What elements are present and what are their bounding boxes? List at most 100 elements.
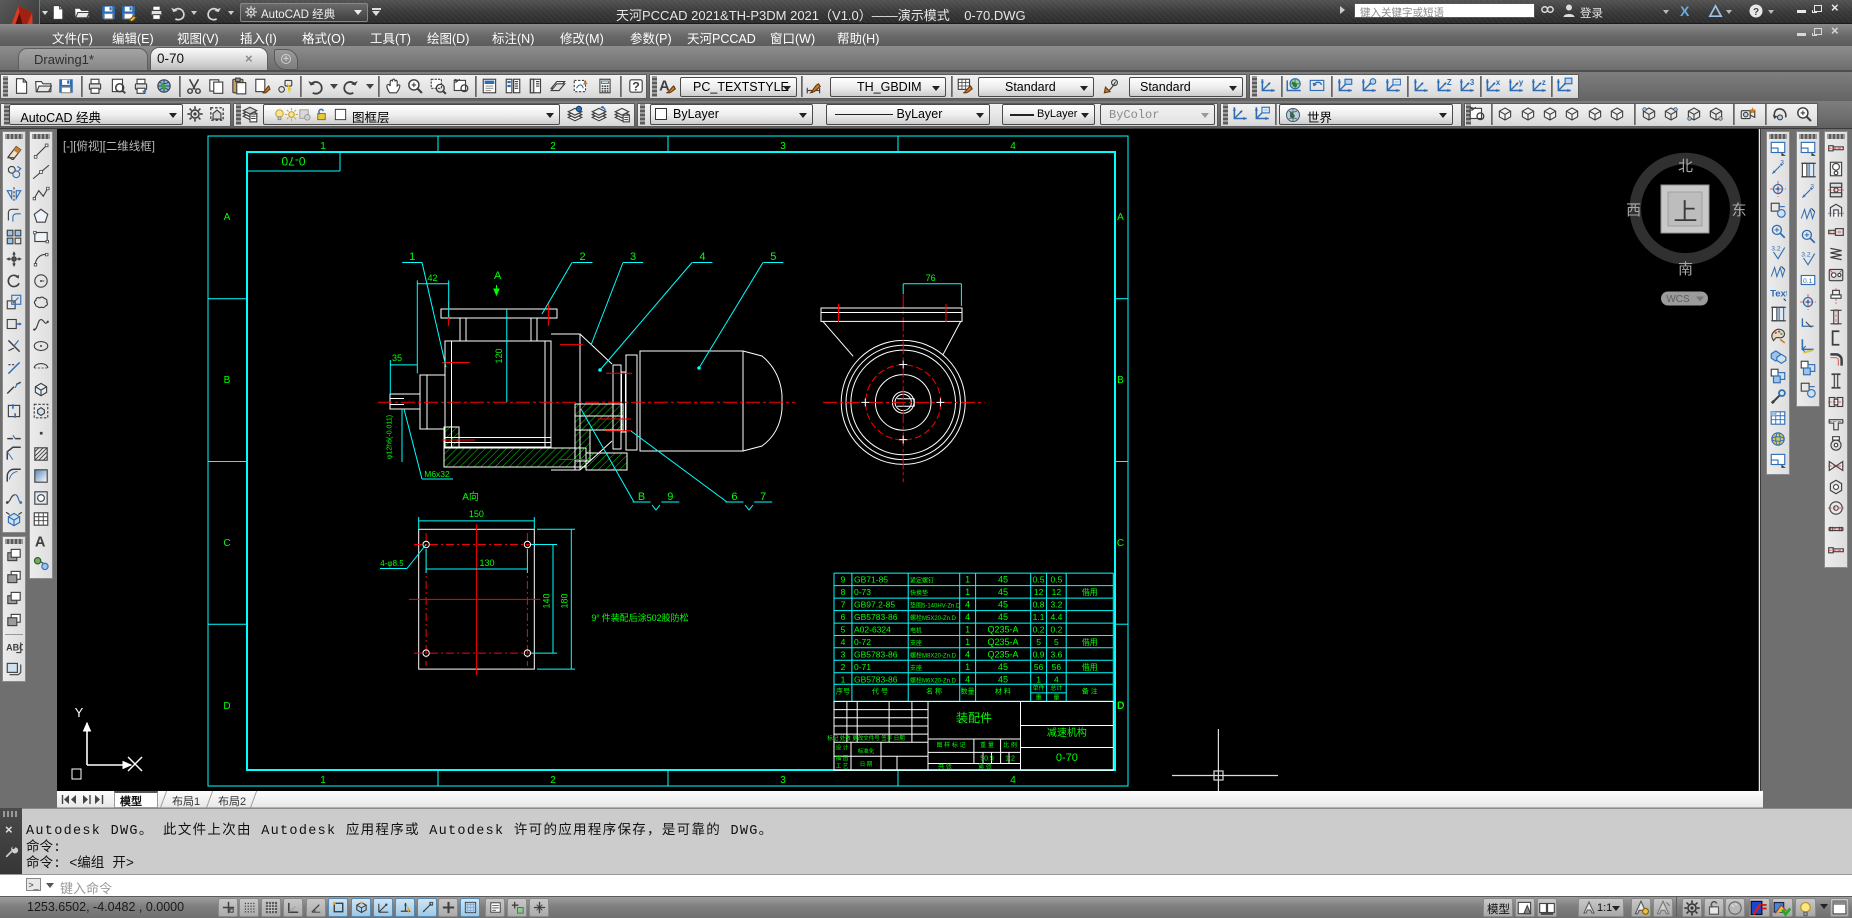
svg-text:9# 件装配后涂502胶防松: 9# 件装配后涂502胶防松	[591, 612, 688, 623]
svg-text:1: 1	[320, 141, 326, 152]
svg-text:3.2: 3.2	[1801, 251, 1811, 258]
svg-text:12: 12	[1052, 587, 1062, 597]
svg-text:备 注: 备 注	[1082, 687, 1098, 696]
svg-text:56: 56	[1034, 662, 1044, 672]
svg-text:螺栓M8X20-Zn.D: 螺栓M8X20-Zn.D	[910, 651, 957, 659]
svg-text:9: 9	[841, 575, 846, 585]
svg-text:0.8: 0.8	[1033, 600, 1045, 610]
svg-text:0-70: 0-70	[281, 154, 305, 168]
svg-text:0-70: 0-70	[1056, 752, 1078, 764]
svg-text:名 称: 名 称	[926, 687, 942, 696]
svg-text:GB5783-86: GB5783-86	[854, 612, 898, 622]
svg-text:4: 4	[1010, 141, 1016, 152]
svg-text:4: 4	[965, 674, 970, 684]
svg-text:3: 3	[780, 141, 786, 152]
svg-text:GB5783-86: GB5783-86	[854, 649, 898, 659]
svg-text:1: 1	[1036, 674, 1041, 684]
svg-text:M6x32: M6x32	[424, 469, 450, 479]
svg-text:1.1: 1.1	[1033, 612, 1045, 622]
svg-text:数量: 数量	[961, 687, 975, 696]
svg-text:4.4: 4.4	[1050, 612, 1062, 622]
svg-text:B: B	[638, 491, 645, 503]
svg-text:3: 3	[1470, 77, 1475, 86]
svg-text:Y: Y	[75, 705, 84, 720]
svg-text:螺栓M5X20-Zn.D: 螺栓M5X20-Zn.D	[910, 614, 957, 622]
svg-text:φ12h6(-0.011): φ12h6(-0.011)	[387, 415, 394, 459]
svg-text:Q235-A: Q235-A	[987, 625, 1018, 635]
svg-text:Q235-A: Q235-A	[987, 649, 1018, 659]
svg-text:工 艺: 工 艺	[836, 763, 849, 770]
svg-text:0.5: 0.5	[1050, 575, 1062, 585]
svg-text:4: 4	[1054, 674, 1059, 684]
svg-text:代 号: 代 号	[872, 687, 888, 696]
svg-text:76: 76	[926, 273, 936, 283]
svg-text:5: 5	[1054, 637, 1059, 647]
svg-text:西: 西	[1626, 202, 1641, 219]
svg-text:C: C	[1117, 538, 1124, 549]
svg-text:4: 4	[1010, 775, 1016, 786]
svg-text:电机: 电机	[910, 627, 922, 635]
svg-text:WCS: WCS	[1666, 294, 1690, 305]
svg-text:45: 45	[998, 600, 1008, 610]
svg-text:3: 3	[630, 251, 636, 263]
svg-text:3.6: 3.6	[1050, 649, 1062, 659]
svg-text:1: 1	[320, 775, 326, 786]
svg-text:7: 7	[841, 600, 846, 610]
svg-text:C: C	[223, 538, 230, 549]
svg-text:GB71-85: GB71-85	[854, 575, 888, 585]
svg-text:?: ?	[632, 79, 640, 93]
svg-text:45: 45	[998, 612, 1008, 622]
svg-text:z: z	[1542, 77, 1546, 86]
svg-text:5: 5	[1036, 637, 1041, 647]
svg-text:4-φ8.5: 4-φ8.5	[380, 559, 404, 568]
svg-text:1: 1	[965, 662, 970, 672]
svg-text:0.9: 0.9	[1033, 649, 1045, 659]
svg-text:7: 7	[760, 491, 766, 503]
svg-text:45: 45	[998, 587, 1008, 597]
svg-text:0-73: 0-73	[854, 587, 871, 597]
svg-text:3: 3	[1780, 160, 1784, 167]
svg-text:借用: 借用	[1082, 662, 1098, 672]
svg-text:0-71: 0-71	[854, 662, 871, 672]
svg-text:北: 北	[1678, 158, 1693, 175]
svg-text:借用: 借用	[1082, 637, 1098, 647]
svg-text:4: 4	[841, 637, 846, 647]
svg-text:4: 4	[965, 600, 970, 610]
svg-text:比 例: 比 例	[1003, 741, 1017, 749]
svg-text:A: A	[494, 270, 502, 282]
svg-text:总计: 总计	[1050, 684, 1062, 692]
svg-text:重 量: 重 量	[980, 741, 994, 749]
svg-text:GB97.2-85: GB97.2-85	[854, 600, 895, 610]
svg-text:3: 3	[841, 649, 846, 659]
svg-text:图 样 标 记: 图 样 标 记	[936, 741, 965, 749]
svg-text:单件: 单件	[1033, 684, 1045, 692]
svg-text:A: A	[224, 212, 231, 223]
svg-text:3.2: 3.2	[1050, 600, 1062, 610]
svg-text:标准化: 标准化	[858, 747, 875, 755]
svg-text:减速机构: 减速机构	[1047, 726, 1087, 739]
svg-text:120: 120	[494, 348, 504, 363]
svg-text:4: 4	[965, 612, 970, 622]
svg-text:2: 2	[579, 251, 585, 263]
svg-text:9: 9	[667, 491, 673, 503]
svg-text:0.5: 0.5	[1033, 575, 1045, 585]
svg-text:B: B	[1117, 375, 1124, 386]
svg-text:A: A	[1117, 212, 1124, 223]
svg-text:6: 6	[731, 491, 737, 503]
svg-text:1: 1	[409, 251, 415, 263]
svg-text:装配件: 装配件	[956, 711, 992, 725]
svg-text:支座: 支座	[910, 639, 922, 647]
svg-text:螺栓M6X20-Zn.D: 螺栓M6X20-Zn.D	[910, 676, 957, 684]
svg-text:材 料: 材 料	[995, 687, 1011, 696]
svg-text:42: 42	[427, 273, 437, 283]
svg-text:35: 35	[392, 353, 402, 363]
svg-text:1:2: 1:2	[1005, 756, 1015, 763]
svg-text:1: 1	[965, 637, 970, 647]
svg-text:0.2: 0.2	[1050, 625, 1062, 635]
svg-text:紧定螺钉: 紧定螺钉	[910, 577, 934, 585]
svg-text:3.2: 3.2	[1771, 245, 1781, 252]
svg-text:45: 45	[998, 674, 1008, 684]
svg-text:上: 上	[1674, 199, 1698, 226]
svg-text:8: 8	[841, 587, 846, 597]
svg-text:5: 5	[841, 625, 846, 635]
